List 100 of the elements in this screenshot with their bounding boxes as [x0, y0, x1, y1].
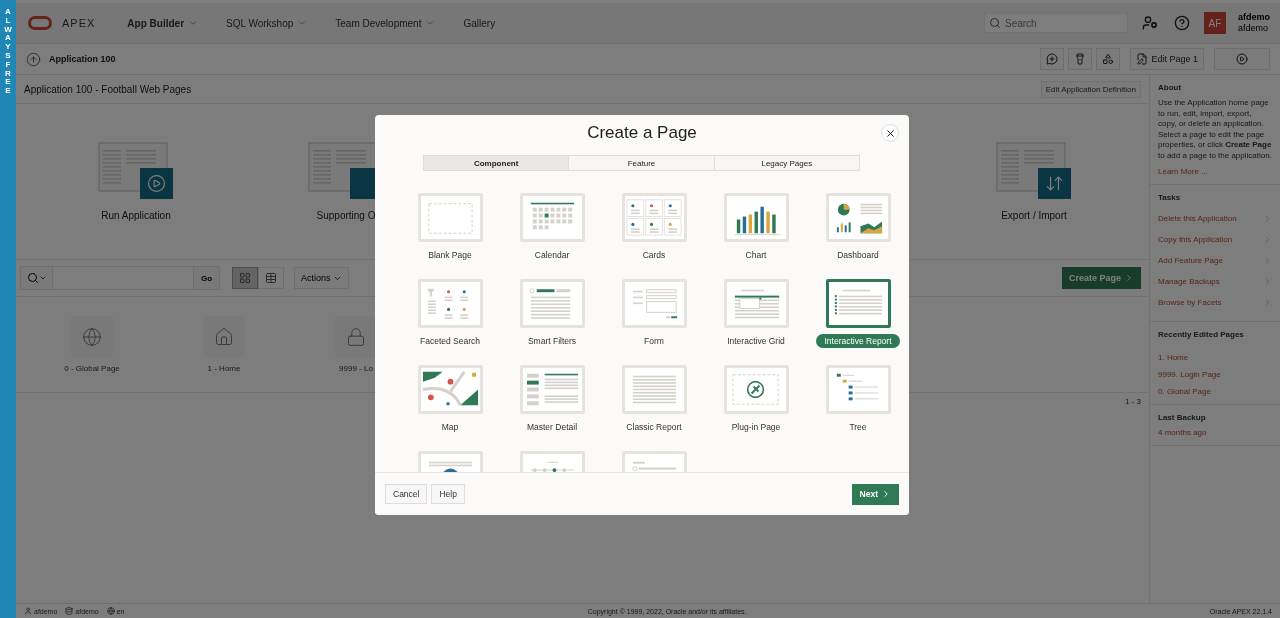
chevron-right-icon — [1263, 277, 1272, 286]
next-button[interactable]: Next — [851, 483, 899, 505]
chevron-right-icon — [1124, 273, 1134, 283]
search-input[interactable]: Search — [1005, 17, 1115, 29]
option-label: Master Detail — [525, 421, 579, 434]
flashlight-button[interactable] — [1068, 48, 1093, 70]
application-title: Application 100 - Football Web Pages — [24, 83, 192, 95]
search-icon — [989, 17, 1001, 29]
table-view-icon — [265, 272, 277, 284]
user-settings-button[interactable] — [1140, 13, 1160, 33]
option-label: Plug-in Page — [730, 421, 782, 434]
learn-more-link[interactable]: Learn More ... — [1158, 167, 1272, 176]
option-label: Classic Report — [625, 421, 683, 434]
globe-icon — [82, 327, 102, 347]
grid-view-button[interactable] — [232, 267, 258, 289]
page-type-option[interactable]: Smart Filters — [501, 279, 603, 355]
arrows-window-icon — [996, 142, 1072, 200]
page-type-option[interactable]: Master Detail — [501, 365, 603, 441]
option-label: Interactive Grid — [726, 335, 786, 348]
menu-tab[interactable]: App Builder — [119, 13, 207, 33]
task-link[interactable]: Delete this Application — [1158, 208, 1272, 229]
table-view-button[interactable] — [258, 267, 284, 289]
task-link[interactable]: Manage Backups — [1158, 271, 1272, 292]
user-gear-icon — [1142, 15, 1158, 31]
page-type-option[interactable]: Calendar — [501, 193, 603, 269]
section-heading: Tasks — [1158, 193, 1182, 202]
task-link[interactable]: Add Feature Page — [1158, 250, 1272, 271]
house-icon — [214, 327, 234, 347]
shapes-button[interactable] — [1096, 48, 1121, 70]
actions-menu-button[interactable]: Actions — [294, 267, 349, 289]
comment-plus-button[interactable] — [1040, 48, 1065, 70]
globe-icon — [106, 607, 115, 615]
option-label: Blank Page — [427, 249, 473, 262]
option-label: Map — [440, 421, 460, 434]
comment-plus-icon — [1046, 53, 1059, 65]
option-label: Smart Filters — [526, 335, 578, 348]
recent-page-link[interactable]: 1. Home — [1158, 353, 1272, 362]
dialog-tab[interactable]: Component — [423, 155, 570, 171]
play-icon — [1236, 53, 1248, 65]
play-button[interactable] — [1214, 48, 1270, 70]
dialog-title: Create a Page — [587, 123, 697, 143]
chevron-down-icon — [425, 18, 436, 28]
option-label: Form — [643, 335, 665, 348]
search-field[interactable]: Search — [984, 13, 1128, 33]
about-text: Use the Application home page to run, edit, import, export, copy, or delete an application. Select a page to edit the page properties, or click Create Page to add a page to the application. — [1158, 98, 1272, 161]
page-type-option[interactable]: Blank Page — [399, 193, 501, 269]
help-button[interactable]: Help — [431, 484, 465, 504]
edit-page-button[interactable]: Edit Page 1 — [1130, 48, 1204, 70]
page-label[interactable]: 1 - Home — [207, 364, 241, 373]
grid-view-icon — [239, 272, 251, 284]
breadcrumb-title: Application 100 — [49, 54, 116, 64]
task-label[interactable]: Export / Import — [1001, 210, 1067, 221]
chevron-right-icon — [1263, 298, 1272, 307]
page-type-option[interactable]: Interactive Grid — [705, 279, 807, 355]
play-window-icon — [98, 142, 174, 200]
oracle-logo-icon — [28, 16, 52, 30]
task-link[interactable]: Copy this Application — [1158, 229, 1272, 250]
page-icon-tile[interactable] — [203, 316, 245, 358]
task-label[interactable]: Supporting O — [316, 210, 376, 221]
page-type-option[interactable]: Map — [399, 365, 501, 441]
page-type-option[interactable]: Cards — [603, 193, 705, 269]
page-type-option[interactable]: Classic Report — [603, 365, 705, 441]
create-page-button[interactable]: Create Page — [1061, 267, 1141, 289]
option-label: Tree — [848, 421, 868, 434]
cancel-button[interactable]: Cancel — [385, 484, 428, 504]
option-label: Chart — [744, 249, 768, 262]
recent-page-link[interactable]: 9999. Login Page — [1158, 370, 1272, 379]
page-icon-tile[interactable] — [335, 316, 377, 358]
dialog-tab[interactable]: Legacy Pages — [713, 155, 860, 171]
file-edit-icon — [1136, 53, 1149, 65]
strip-label: ALWAYSFREE — [4, 8, 12, 98]
shapes-icon — [1102, 53, 1115, 65]
page-label[interactable]: 9999 - Lo — [339, 364, 373, 373]
page-type-option[interactable]: Dashboard — [807, 193, 909, 269]
option-label: Interactive Report — [816, 334, 900, 348]
menu-tab[interactable]: SQL Workshop — [218, 13, 316, 33]
page-type-option[interactable]: Faceted Search — [399, 279, 501, 355]
edit-definition-button[interactable]: Edit Application Definition — [1040, 80, 1141, 98]
close-button[interactable] — [881, 124, 899, 142]
page-type-option[interactable]: Form — [603, 279, 705, 355]
workspace-name: afdemo — [1238, 23, 1269, 34]
menu-tab[interactable]: Gallery — [455, 13, 504, 33]
page-icon-tile[interactable] — [71, 316, 113, 358]
user-name: afdemo — [1238, 12, 1270, 23]
product-name: APEX — [62, 17, 96, 29]
page-type-option[interactable]: Tree — [807, 365, 909, 441]
menu-tab[interactable]: Team Development — [327, 13, 444, 33]
task-label[interactable]: Run Application — [101, 210, 171, 221]
page-type-option[interactable]: Chart — [705, 193, 807, 269]
help-button[interactable] — [1172, 13, 1192, 33]
recent-page-link[interactable]: 0. Global Page — [1158, 387, 1272, 396]
last-backup-link[interactable]: 4 months ago — [1158, 428, 1272, 437]
task-link[interactable]: Browse by Facets — [1158, 292, 1272, 313]
option-label: Calendar — [533, 249, 571, 262]
page-type-option[interactable]: Plug-in Page — [705, 365, 807, 441]
page-label[interactable]: 0 - Global Page — [64, 364, 120, 373]
dialog-tab[interactable]: Feature — [568, 155, 715, 171]
option-label: Dashboard — [836, 249, 880, 262]
user-avatar: AF — [1204, 12, 1226, 34]
page-type-option[interactable]: Interactive Report — [807, 279, 909, 355]
